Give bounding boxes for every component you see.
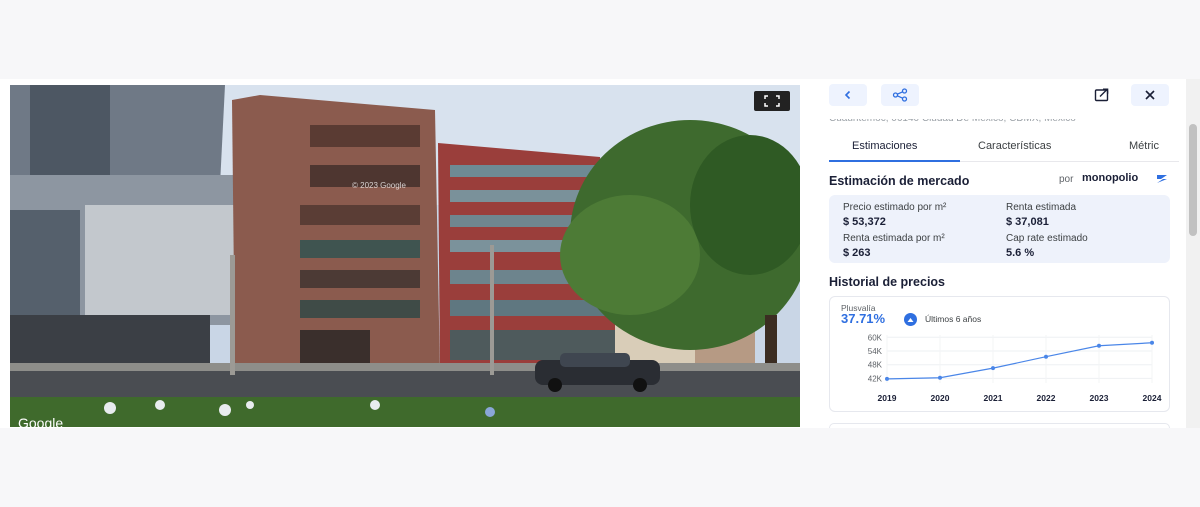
x-tick-label: 2024: [1143, 393, 1162, 403]
market-estimate-box: Precio estimado por m² $ 53,372 Renta es…: [829, 195, 1170, 263]
street-view-image[interactable]: © 2023 Google Google: [10, 85, 800, 427]
price-point: [1044, 354, 1048, 359]
plusvalia-value: 37.71%: [841, 311, 886, 326]
street-view-scene: [10, 85, 800, 427]
provider-prefix: por: [1059, 174, 1074, 185]
metric-value: $ 37,081: [1006, 216, 1049, 228]
price-history-chart: 42K 48K 54K 60K 2019 2020 2021 2022 2023 2024: [868, 333, 1162, 403]
scrollbar-thumb[interactable]: [1189, 124, 1197, 236]
chevron-left-icon: [844, 90, 851, 100]
x-tick-label: 2020: [931, 393, 950, 403]
map-copyright: © 2023 Google: [352, 181, 406, 190]
price-point: [938, 375, 942, 380]
y-tick-label: 54K: [868, 347, 883, 356]
metric-renta-m2: Renta estimada por m² $ 263: [843, 233, 945, 259]
price-history-card: Plusvalía 37.71% Últimos 6 años 42K 48K 54…: [829, 296, 1170, 412]
tab-caracteristicas[interactable]: Características: [978, 140, 1051, 152]
property-details-panel: Cuauhtémoc, 06140 Ciudad De México, CDMX…: [810, 79, 1186, 428]
x-tick-label: 2021: [984, 393, 1003, 403]
share-icon: [892, 88, 908, 102]
metric-label: Precio estimado por m²: [843, 202, 947, 213]
x-tick-label: 2023: [1090, 393, 1109, 403]
metric-value: $ 263: [843, 247, 871, 259]
provider-brand: monopolio: [1082, 172, 1139, 184]
metric-precio-m2: Precio estimado por m² $ 53,372: [843, 202, 946, 228]
metric-label: Renta estimada: [1006, 202, 1077, 213]
price-point: [1097, 343, 1101, 348]
price-series-line: [886, 342, 1153, 380]
y-tick-label: 60K: [868, 333, 883, 342]
x-tick-label: 2019: [878, 393, 897, 403]
fullscreen-icon: [764, 95, 780, 107]
page-top-background: [0, 0, 1200, 79]
close-button[interactable]: [1131, 84, 1169, 106]
price-point: [1150, 340, 1154, 345]
market-estimate-title: Estimación de mercado: [829, 174, 970, 188]
next-section-card: [829, 423, 1170, 428]
period-label: Últimos 6 años: [925, 314, 982, 324]
details-tabs: Estimaciones Características Métric: [829, 137, 1179, 162]
page-bottom-background: [0, 428, 1200, 507]
metric-cap-rate: Cap rate estimado 5.6 %: [1006, 233, 1088, 259]
metric-value: $ 53,372: [843, 216, 886, 228]
google-logo: Google: [18, 415, 64, 427]
active-tab-indicator: [829, 160, 960, 162]
y-tick-label: 48K: [868, 361, 883, 370]
property-address: Cuauhtémoc, 06140 Ciudad De México, CDMX…: [829, 113, 1076, 124]
panel-scrollbar[interactable]: [1186, 79, 1200, 428]
share-button[interactable]: [881, 84, 919, 106]
price-history-title: Historial de precios: [829, 275, 946, 289]
monopolio-logo-icon: [1157, 175, 1167, 183]
fullscreen-button[interactable]: [754, 91, 790, 111]
y-tick-label: 42K: [868, 374, 883, 383]
tab-metricas[interactable]: Métric: [1129, 140, 1159, 152]
metric-label: Cap rate estimado: [1006, 233, 1088, 244]
trend-up-icon: [904, 313, 917, 326]
open-external-button[interactable]: [1090, 84, 1114, 106]
metric-renta: Renta estimada $ 37,081: [1006, 202, 1076, 228]
price-point: [885, 376, 889, 381]
x-tick-label: 2022: [1037, 393, 1056, 403]
price-point: [991, 366, 995, 371]
open-external-icon: [1094, 88, 1109, 102]
metric-label: Renta estimada por m²: [843, 233, 945, 244]
close-icon: [1145, 90, 1155, 100]
metric-value: 5.6 %: [1006, 247, 1035, 259]
back-button[interactable]: [829, 84, 867, 106]
tab-estimaciones[interactable]: Estimaciones: [852, 140, 917, 152]
